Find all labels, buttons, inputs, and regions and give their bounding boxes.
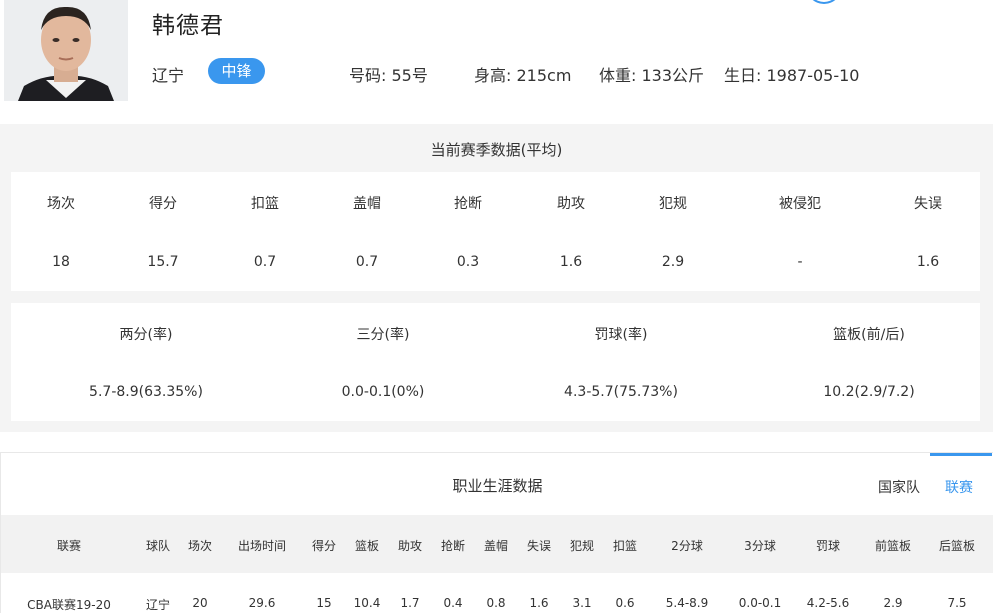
player-height: 身高: 215cm [474, 66, 572, 85]
season-basic-value: 18 [52, 254, 70, 270]
season-basic-value: 1.6 [559, 254, 583, 270]
season-basic-value: 1.6 [916, 254, 940, 270]
table-cell: 辽宁 [145, 598, 171, 612]
current-season-section: 当前赛季数据(平均) 场次 得分 扣篮 盖帽 抢断 助攻 犯规 被侵犯 失误 1… [0, 124, 993, 432]
table-header-cell: 篮板 [354, 539, 380, 553]
table-cell: 0.8 [486, 596, 506, 610]
career-section: 职业生涯数据 国家队 联赛 联赛 球队 场次 出场时间 得分 篮板 助攻 抢断 … [0, 452, 993, 613]
table-cell: 1.6 [529, 596, 549, 610]
season-basic-header: 盖帽 [353, 196, 381, 212]
table-header-cell: 盖帽 [483, 539, 509, 553]
season-basic-value: 2.9 [661, 254, 685, 270]
table-cell: 29.6 [248, 596, 276, 610]
season-basic-value: 0.3 [456, 254, 480, 270]
table-header-cell: 联赛 [56, 539, 82, 553]
table-cell: 2.9 [883, 596, 903, 610]
scroll-indicator-icon [806, 0, 842, 4]
player-header: 韩德君 辽宁 中锋 号码: 55号 身高: 215cm 体重: 133公斤 生日… [0, 0, 993, 124]
player-weight: 体重: 133公斤 [599, 66, 705, 85]
season-shoot-value: 5.7-8.9(63.35%) [89, 384, 203, 400]
season-basic-header: 失误 [914, 196, 942, 212]
season-basic-header: 被侵犯 [779, 196, 821, 212]
table-header-cell: 后篮板 [938, 539, 976, 553]
table-cell: 20 [192, 596, 208, 610]
table-cell: 15 [316, 596, 332, 610]
career-title: 职业生涯数据 [452, 477, 543, 495]
season-shoot-value: 4.3-5.7(75.73%) [564, 384, 678, 400]
season-basic-value: - [797, 254, 803, 270]
table-cell: 10.4 [353, 596, 381, 610]
position-badge: 中锋 [208, 58, 265, 84]
table-cell: 5.4-8.9 [665, 596, 709, 610]
active-tab-indicator [930, 453, 992, 456]
table-header-cell: 出场时间 [237, 539, 287, 553]
player-avatar [4, 0, 128, 101]
player-number: 号码: 55号 [349, 66, 428, 85]
season-basic-stats-card: 场次 得分 扣篮 盖帽 抢断 助攻 犯规 被侵犯 失误 18 15.7 0.7 … [11, 172, 980, 291]
career-table-header: 联赛 球队 场次 出场时间 得分 篮板 助攻 抢断 盖帽 失误 犯规 扣篮 2分… [1, 515, 993, 573]
season-basic-header: 助攻 [557, 196, 585, 212]
season-shoot-header: 篮板(前/后) [833, 327, 905, 343]
season-shoot-header: 罚球(率) [594, 327, 648, 343]
table-cell: 4.2-5.6 [806, 596, 850, 610]
season-basic-header: 抢断 [454, 196, 482, 212]
table-cell: 1.7 [400, 596, 420, 610]
season-shoot-header: 两分(率) [119, 327, 173, 343]
season-basic-header: 得分 [149, 196, 177, 212]
season-basic-header: 犯规 [659, 196, 687, 212]
season-basic-header: 扣篮 [251, 196, 279, 212]
table-cell: 7.5 [947, 596, 967, 610]
season-shoot-value: 10.2(2.9/7.2) [823, 384, 915, 400]
season-basic-header: 场次 [47, 196, 75, 212]
table-cell: 0.4 [443, 596, 463, 610]
table-header-cell: 场次 [187, 539, 213, 553]
table-header-cell: 罚球 [815, 539, 841, 553]
table-header-cell: 失误 [526, 539, 552, 553]
tab-national-team[interactable]: 国家队 [878, 477, 920, 497]
season-shooting-stats-card: 两分(率) 三分(率) 罚球(率) 篮板(前/后) 5.7-8.9(63.35%… [11, 303, 980, 421]
season-title: 当前赛季数据(平均) [430, 141, 563, 159]
table-cell: 0.0-0.1 [738, 596, 782, 610]
table-cell: CBA联赛19-20 [27, 598, 111, 612]
player-birthday: 生日: 1987-05-10 [724, 66, 860, 85]
season-shoot-value: 0.0-0.1(0%) [341, 384, 425, 400]
table-header-cell: 得分 [311, 539, 337, 553]
season-basic-value: 0.7 [355, 254, 379, 270]
table-cell: 3.1 [572, 596, 592, 610]
player-name: 韩德君 [152, 13, 224, 39]
team-name: 辽宁 [152, 66, 185, 85]
tab-league[interactable]: 联赛 [945, 477, 973, 497]
table-header-cell: 球队 [145, 539, 171, 553]
table-header-cell: 扣篮 [612, 539, 638, 553]
season-shoot-header: 三分(率) [356, 327, 410, 343]
table-header-cell: 助攻 [397, 539, 423, 553]
table-header-cell: 犯规 [569, 539, 595, 553]
season-basic-value: 15.7 [147, 254, 179, 270]
table-header-cell: 2分球 [671, 539, 703, 553]
table-header-cell: 前篮板 [874, 539, 912, 553]
table-row: CBA联赛19-20 辽宁 20 29.6 15 10.4 1.7 0.4 0.… [1, 573, 993, 613]
table-header-cell: 抢断 [440, 539, 466, 553]
table-cell: 0.6 [615, 596, 635, 610]
season-basic-value: 0.7 [253, 254, 277, 270]
table-header-cell: 3分球 [744, 539, 776, 553]
